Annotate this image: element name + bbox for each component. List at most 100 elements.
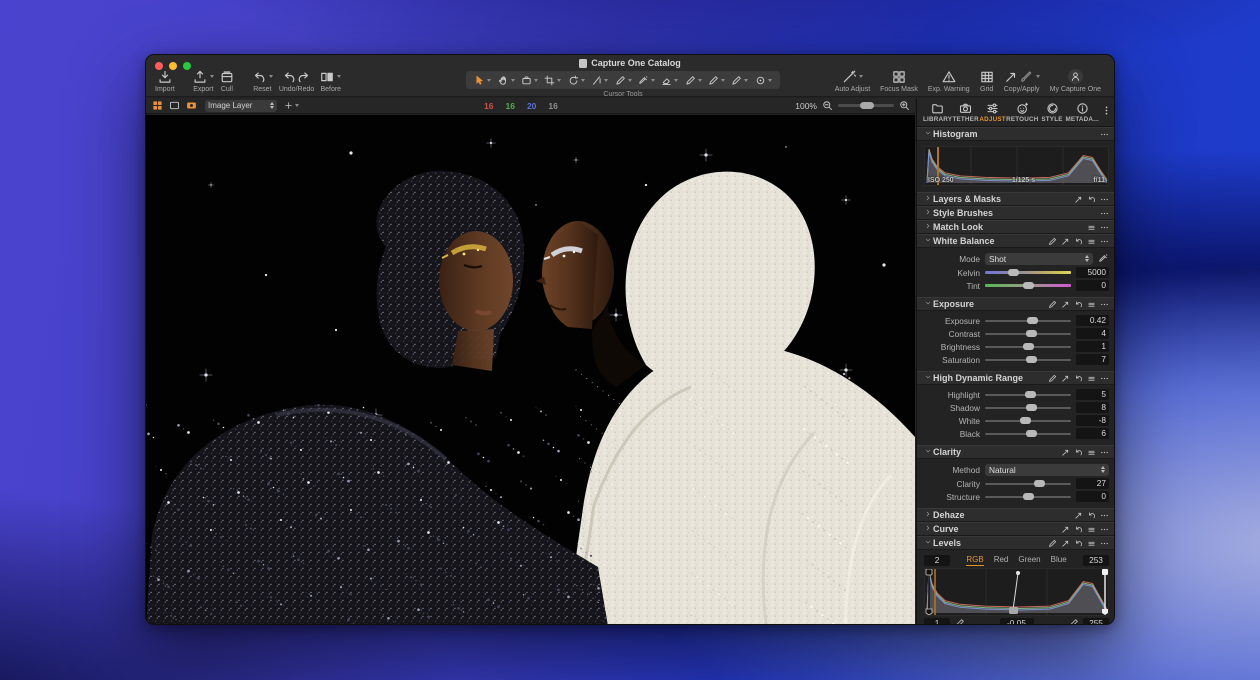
viewer-mode-icon[interactable] [169,100,180,111]
edit-pen-icon[interactable] [1048,237,1057,246]
black-slider[interactable] [985,433,1071,435]
reset-icon[interactable] [1074,300,1083,309]
ellipsis-icon[interactable] [1100,525,1109,534]
section-header-levels[interactable]: Levels [917,536,1115,550]
tab-tether[interactable]: TETHER [952,102,979,123]
slider-value[interactable]: 27 [1076,478,1109,489]
spot-removal-tool[interactable] [611,75,634,86]
copy-apply-icon[interactable] [1061,539,1070,548]
layer-selector[interactable]: Image Layer [205,100,277,112]
chevron-down-icon[interactable] [924,538,933,548]
copy-apply-icon[interactable] [1061,374,1070,383]
tab-retouch[interactable]: RETOUCH [1006,102,1038,123]
levels-canvas[interactable] [924,568,1109,616]
tab-style[interactable]: STYLE [1039,102,1066,123]
loupe-tool[interactable] [518,75,541,86]
highlight-picker-icon[interactable] [1068,618,1079,624]
reset-icon[interactable] [1087,511,1096,520]
hamburger-icon[interactable] [1087,237,1096,246]
zoom-in-icon[interactable] [899,100,910,111]
toolbar-button-exp-warning[interactable]: Exp. Warning [928,68,970,93]
annotate-tool[interactable] [752,75,775,86]
saturation-slider[interactable] [985,359,1071,361]
method-select[interactable]: Natural [985,464,1109,476]
toolbar-button-grid[interactable]: Grid [980,68,994,93]
slider-value[interactable]: 6 [1076,428,1109,439]
tab-library[interactable]: LIBRARY [923,102,952,123]
ellipsis-icon[interactable] [1100,511,1109,520]
add-layer-button[interactable] [284,101,299,110]
slider-handle[interactable] [1026,404,1037,411]
ellipsis-icon[interactable] [1100,539,1109,548]
slider-handle[interactable] [1025,391,1036,398]
edit-pen-icon[interactable] [1048,300,1057,309]
reset-icon[interactable] [1087,195,1096,204]
tab-overflow-menu[interactable] [1099,103,1114,121]
ellipsis-icon[interactable] [1100,195,1109,204]
shadow-picker-icon[interactable] [954,618,965,624]
copy-apply-icon[interactable] [1061,525,1070,534]
zoom-slider-handle[interactable] [860,102,874,109]
levels-input-highlight[interactable]: 253 [1083,555,1109,566]
pan-tool[interactable] [494,75,517,86]
chevron-right-icon[interactable] [924,222,933,232]
levels-output-shadow[interactable]: 1 [924,618,950,624]
ellipsis-icon[interactable] [1100,130,1109,139]
chevron-right-icon[interactable] [924,208,933,218]
toolbar-button-cull[interactable]: Cull [220,68,234,93]
section-header-curve[interactable]: Curve [917,522,1115,536]
slider-value[interactable]: 0 [1076,280,1109,291]
section-header-dehaze[interactable]: Dehaze [917,508,1115,522]
slider-value[interactable]: 8 [1076,402,1109,413]
slider-value[interactable]: 0.42 [1076,315,1109,326]
tab-adjust[interactable]: ADJUST [979,102,1006,123]
reset-icon[interactable] [1074,525,1083,534]
ellipsis-icon[interactable] [1100,448,1109,457]
count-badge[interactable]: 16 [484,101,493,111]
channel-tab-green[interactable]: Green [1018,555,1040,566]
heal-tool[interactable] [635,75,658,86]
proof-view-icon[interactable] [186,100,197,111]
copy-apply-icon[interactable] [1074,195,1083,204]
slider-handle[interactable] [1020,417,1031,424]
slider-value[interactable]: 5 [1076,389,1109,400]
channel-tab-blue[interactable]: Blue [1051,555,1067,566]
toolbar-button-focus-mask[interactable]: Focus Mask [880,68,918,93]
levels-midtone[interactable]: -0.05 [1000,618,1034,624]
section-header-exposure[interactable]: Exposure [917,297,1115,311]
ellipsis-icon[interactable] [1100,223,1109,232]
slider-value[interactable]: 5000 [1076,267,1109,278]
slider-handle[interactable] [1008,269,1019,276]
straighten-tool[interactable] [588,75,611,86]
channel-tab-rgb[interactable]: RGB [966,555,983,566]
ellipsis-icon[interactable] [1100,300,1109,309]
grid-view-icon[interactable] [152,100,163,111]
contrast-slider[interactable] [985,333,1071,335]
reset-icon[interactable] [1074,539,1083,548]
copy-apply-icon[interactable] [1074,511,1083,520]
crop-tool[interactable] [541,75,564,86]
slider-handle[interactable] [1023,493,1034,500]
chevron-down-icon[interactable] [924,447,933,457]
chevron-right-icon[interactable] [924,524,933,534]
draw-mask-tool[interactable] [681,75,704,86]
hamburger-icon[interactable] [1087,539,1096,548]
chevron-down-icon[interactable] [924,236,933,246]
rotate-tool[interactable] [565,75,588,86]
ellipsis-icon[interactable] [1100,237,1109,246]
radial-mask-tool[interactable] [728,75,751,86]
toolbar-button-undo-redo[interactable]: Undo/Redo [279,68,314,93]
highlight-slider[interactable] [985,394,1071,396]
slider-value[interactable]: -8 [1076,415,1109,426]
toolbar-button-before[interactable]: Before [320,68,341,93]
slider-handle[interactable] [1026,356,1037,363]
eyedropper-icon[interactable] [1098,253,1109,264]
slider-handle[interactable] [1026,330,1037,337]
reset-icon[interactable] [1074,237,1083,246]
slider-handle[interactable] [1027,317,1038,324]
toolbar-button-import[interactable]: Import [155,68,175,93]
shadow-slider[interactable] [985,407,1071,409]
chevron-down-icon[interactable] [924,373,933,383]
chevron-down-icon[interactable] [924,129,933,139]
slider-handle[interactable] [1034,480,1045,487]
